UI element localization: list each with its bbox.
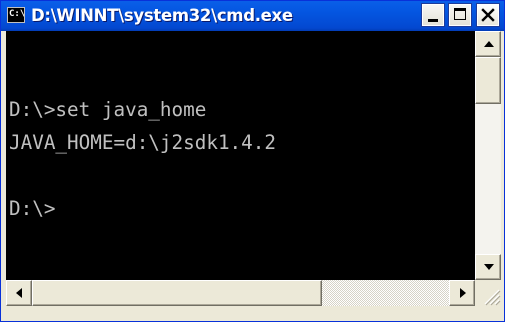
- arrow-left-icon: [16, 288, 22, 298]
- window-bottom-frame: [6, 306, 501, 318]
- vertical-scroll-thumb[interactable]: [475, 57, 501, 104]
- close-button[interactable]: [476, 3, 500, 27]
- scroll-up-button[interactable]: [475, 31, 501, 57]
- console-window: C:\ D:\WINNT\system32\cmd.exe D:\>set ja…: [0, 0, 505, 322]
- title-bar[interactable]: C:\ D:\WINNT\system32\cmd.exe: [1, 1, 504, 31]
- horizontal-scroll-thumb[interactable]: [32, 280, 322, 306]
- scroll-right-button[interactable]: [449, 280, 475, 306]
- arrow-right-icon: [460, 288, 466, 298]
- minimize-icon: [428, 19, 438, 22]
- console-line: D:\>set java_home: [9, 98, 207, 121]
- console-output[interactable]: D:\>set java_home JAVA_HOME=d:\j2sdk1.4.…: [6, 31, 475, 280]
- arrow-down-icon: [484, 264, 494, 270]
- scroll-left-button[interactable]: [6, 280, 32, 306]
- cmd-prompt-icon[interactable]: C:\: [7, 7, 25, 23]
- close-icon: [481, 8, 495, 22]
- window-client-area: D:\>set java_home JAVA_HOME=d:\j2sdk1.4.…: [6, 31, 501, 318]
- console-line: JAVA_HOME=d:\j2sdk1.4.2: [9, 131, 276, 154]
- resize-grip-icon: [484, 289, 501, 306]
- minimize-button[interactable]: [421, 3, 445, 27]
- window-title: D:\WINNT\system32\cmd.exe: [31, 6, 293, 25]
- console-prompt-line: D:\>: [9, 197, 56, 220]
- scroll-down-button[interactable]: [475, 254, 501, 280]
- resize-grip[interactable]: [475, 280, 501, 306]
- horizontal-scrollbar[interactable]: [6, 280, 475, 306]
- maximize-button[interactable]: [448, 3, 472, 27]
- arrow-up-icon: [484, 41, 494, 47]
- vertical-scrollbar[interactable]: [475, 31, 501, 280]
- maximize-icon: [454, 8, 466, 20]
